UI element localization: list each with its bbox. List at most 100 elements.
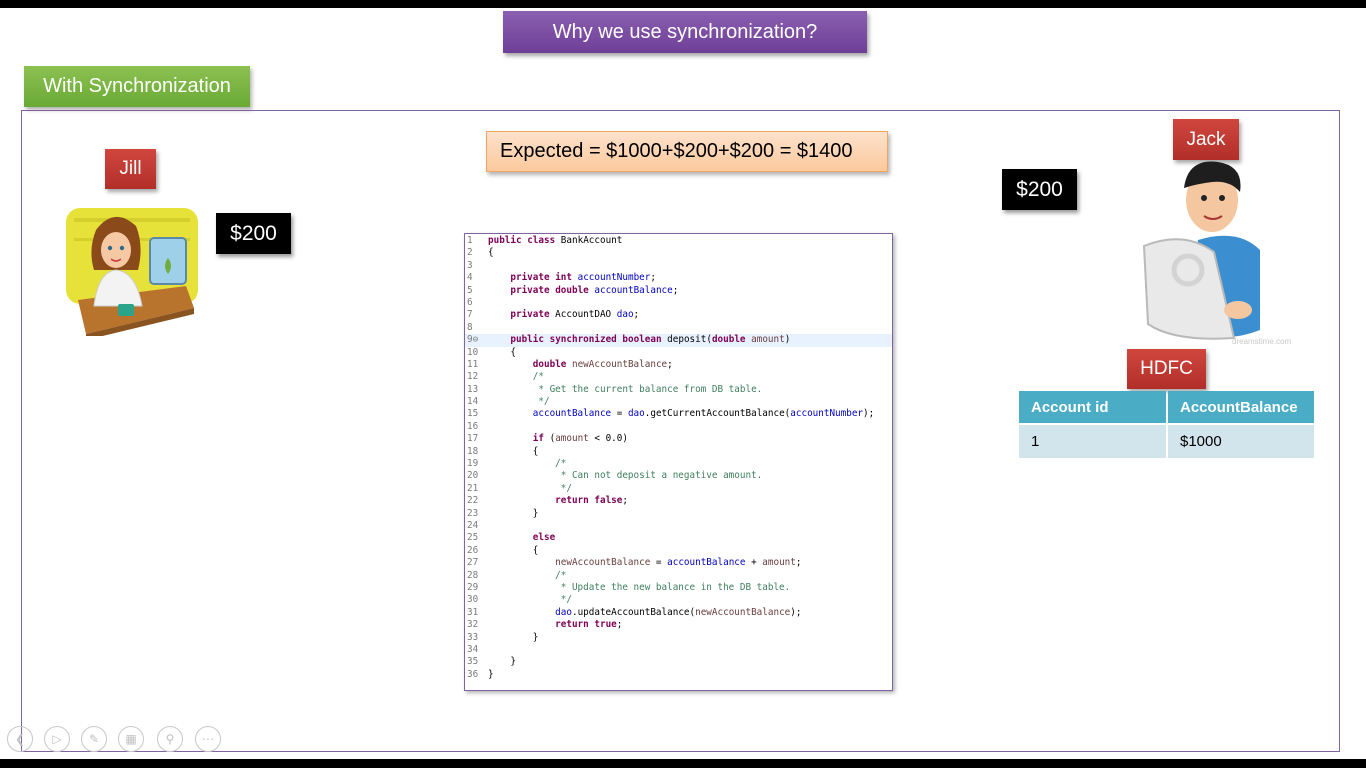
zoom-icon[interactable]: ⚲	[157, 726, 183, 752]
line-number: 11	[467, 358, 479, 370]
line-number: 12	[467, 371, 479, 383]
line-number: 16	[467, 420, 479, 432]
code-line: 15 accountBalance = dao.getCurrentAccoun…	[465, 408, 892, 420]
account-table: Account id AccountBalance 1 $1000	[1017, 389, 1316, 460]
code-text: */	[488, 396, 550, 408]
code-line: 8	[465, 322, 892, 334]
code-text: public class BankAccount	[488, 235, 623, 246]
code-text: return false;	[555, 495, 628, 507]
line-number: 7	[467, 309, 473, 321]
line-number: 17	[467, 433, 479, 445]
code-line: 21 */	[465, 483, 892, 495]
line-number: 19	[467, 458, 479, 470]
code-line: 32 return true;	[465, 619, 892, 631]
code-line: 29 * Update the new balance in the DB ta…	[465, 582, 892, 594]
code-text: private int accountNumber;	[510, 272, 656, 284]
code-text: {	[488, 445, 539, 457]
line-number: 30	[467, 594, 479, 606]
jack-label: Jack	[1173, 119, 1239, 160]
code-text: }	[488, 668, 494, 680]
line-number: 27	[467, 557, 479, 569]
code-text: if (amount < 0.0)	[532, 433, 628, 445]
jack-avatar: dreamstime.com	[1138, 160, 1298, 348]
line-number: 14	[467, 396, 479, 408]
code-line: 31 dao.updateAccountBalance(newAccountBa…	[465, 607, 892, 619]
slide-title: Why we use synchronization?	[503, 11, 867, 53]
code-line: 7 private AccountDAO dao;	[465, 309, 892, 321]
code-text: {	[488, 247, 494, 259]
code-text: public synchronized boolean deposit(doub…	[510, 334, 791, 346]
code-line: 36}	[465, 669, 892, 681]
line-number: 2	[467, 247, 473, 259]
table-row: 1 $1000	[1019, 425, 1314, 458]
code-text: */	[488, 594, 572, 606]
jill-avatar	[66, 208, 198, 340]
line-number: 5	[467, 284, 473, 296]
line-number: 33	[467, 631, 479, 643]
code-text: /*	[488, 371, 544, 383]
code-line: 9⊖ public synchronized boolean deposit(d…	[465, 334, 892, 347]
line-number: 1	[467, 235, 473, 246]
code-text: double newAccountBalance;	[532, 358, 673, 370]
code-line: 28 /*	[465, 570, 892, 582]
code-text: accountBalance = dao.getCurrentAccountBa…	[532, 408, 875, 420]
line-number: 8	[467, 321, 473, 333]
code-line: 34	[465, 644, 892, 656]
more-icon[interactable]: ⋯	[195, 726, 221, 752]
code-line: 27 newAccountBalance = accountBalance + …	[465, 557, 892, 569]
line-number: 35	[467, 656, 479, 668]
bottom-bar	[0, 759, 1366, 768]
code-text: }	[488, 631, 539, 643]
code-line: 23 }	[465, 508, 892, 520]
code-line: 10 {	[465, 347, 892, 359]
jack-amount: $200	[1002, 169, 1077, 210]
code-text: private double accountBalance;	[510, 284, 679, 296]
line-number: 29	[467, 581, 479, 593]
play-icon[interactable]: ▷	[44, 726, 70, 752]
section-label: With Synchronization	[24, 66, 250, 107]
code-text: {	[488, 346, 516, 358]
line-number: 3	[467, 259, 473, 271]
code-line: 14 */	[465, 396, 892, 408]
slides-icon[interactable]: ▦	[118, 726, 144, 752]
code-text: * Update the new balance in the DB table…	[488, 581, 791, 593]
code-line: 2{	[465, 247, 892, 259]
code-text: /*	[488, 569, 567, 581]
line-number: 4	[467, 272, 473, 284]
code-text: private AccountDAO dao;	[510, 309, 640, 321]
code-listing: 1 public class BankAccount 2{3 4 private in…	[464, 233, 893, 691]
code-text: dao.updateAccountBalance(newAccountBalan…	[555, 606, 802, 618]
line-number: 31	[467, 606, 479, 618]
code-text: /*	[488, 458, 567, 470]
code-line: 18 {	[465, 446, 892, 458]
code-line: 16	[465, 421, 892, 433]
column-header-account-id: Account id	[1019, 391, 1166, 423]
line-number: 20	[467, 470, 479, 482]
code-line: 26 {	[465, 545, 892, 557]
line-number: 22	[467, 495, 479, 507]
code-line: 24	[465, 520, 892, 532]
table-cell-account-id: 1	[1019, 425, 1166, 458]
code-line: 1 public class BankAccount	[465, 235, 892, 247]
code-line: 17 if (amount < 0.0)	[465, 433, 892, 445]
line-number: 34	[467, 643, 479, 655]
line-number: 9⊖	[467, 334, 479, 346]
code-line: 5 private double accountBalance;	[465, 285, 892, 297]
back-icon[interactable]: ❮	[7, 726, 33, 752]
pen-icon[interactable]: ✎	[81, 726, 107, 752]
jill-amount: $200	[216, 213, 291, 254]
line-number: 13	[467, 383, 479, 395]
code-text: * Get the current balance from DB table.	[488, 383, 763, 395]
table-cell-account-balance: $1000	[1168, 425, 1314, 458]
line-number: 24	[467, 519, 479, 531]
jill-label: Jill	[105, 149, 156, 189]
watermark-text: dreamstime.com	[1232, 337, 1291, 346]
line-number: 18	[467, 445, 479, 457]
code-line: 20 * Can not deposit a negative amount.	[465, 470, 892, 482]
code-text: }	[488, 656, 516, 668]
code-line: 3	[465, 260, 892, 272]
code-line: 4 private int accountNumber;	[465, 272, 892, 284]
bank-label: HDFC	[1127, 349, 1206, 389]
code-line: 35 }	[465, 656, 892, 668]
line-number: 32	[467, 619, 479, 631]
